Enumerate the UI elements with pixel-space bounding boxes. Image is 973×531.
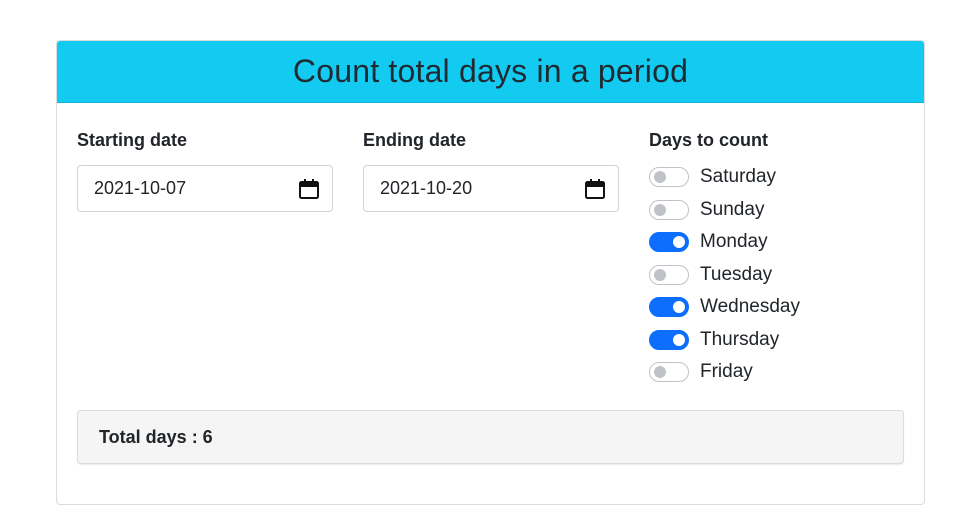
toggle-knob bbox=[673, 301, 685, 314]
day-label: Monday bbox=[700, 231, 768, 253]
day-label: Sunday bbox=[700, 198, 765, 220]
toggle-knob bbox=[654, 171, 666, 184]
starting-date-value[interactable]: 2021-10-07 bbox=[94, 178, 186, 199]
ending-date-input[interactable]: 2021-10-20 bbox=[363, 165, 619, 212]
starting-date-label: Starting date bbox=[77, 130, 188, 150]
day-row-sunday[interactable]: Sunday bbox=[649, 194, 899, 227]
day-row-monday[interactable]: Monday bbox=[649, 226, 899, 259]
starting-date-group: Starting date 2021-10-07 bbox=[77, 129, 333, 212]
day-row-saturday[interactable]: Saturday bbox=[649, 161, 899, 194]
days-to-count-group: Days to count Saturday Sunday Monday Tue… bbox=[649, 129, 899, 389]
thursday-toggle[interactable] bbox=[649, 329, 689, 350]
days-list: Saturday Sunday Monday Tuesday Wednesday… bbox=[649, 161, 899, 389]
day-counter-card: Count total days in a period Starting da… bbox=[56, 40, 925, 505]
friday-toggle[interactable] bbox=[649, 362, 689, 383]
card-header: Count total days in a period bbox=[57, 41, 924, 103]
calendar-icon[interactable] bbox=[298, 178, 320, 200]
day-row-friday[interactable]: Friday bbox=[649, 356, 899, 389]
day-label: Wednesday bbox=[700, 296, 800, 318]
day-row-wednesday[interactable]: Wednesday bbox=[649, 291, 899, 324]
day-label: Saturday bbox=[700, 166, 777, 188]
toggle-knob bbox=[673, 236, 685, 249]
toggle-knob bbox=[654, 268, 666, 281]
monday-toggle[interactable] bbox=[649, 232, 689, 253]
toggle-knob bbox=[654, 203, 666, 216]
toggle-knob bbox=[673, 333, 685, 346]
ending-date-group: Ending date 2021-10-20 bbox=[363, 129, 619, 212]
calendar-icon[interactable] bbox=[584, 178, 606, 200]
ending-date-label: Ending date bbox=[363, 130, 466, 150]
starting-date-input[interactable]: 2021-10-07 bbox=[77, 165, 333, 212]
day-label: Friday bbox=[700, 361, 753, 383]
day-label: Thursday bbox=[700, 328, 780, 350]
total-days-text: Total days : 6 bbox=[99, 426, 213, 447]
day-label: Tuesday bbox=[700, 263, 773, 285]
tuesday-toggle[interactable] bbox=[649, 264, 689, 285]
ending-date-value[interactable]: 2021-10-20 bbox=[380, 178, 472, 199]
sunday-toggle[interactable] bbox=[649, 199, 689, 220]
page-title: Count total days in a period bbox=[292, 53, 689, 89]
toggle-knob bbox=[654, 366, 666, 379]
days-to-count-label: Days to count bbox=[649, 130, 769, 150]
total-days-result: Total days : 6 bbox=[77, 410, 904, 464]
day-row-tuesday[interactable]: Tuesday bbox=[649, 259, 899, 292]
day-row-thursday[interactable]: Thursday bbox=[649, 324, 899, 357]
wednesday-toggle[interactable] bbox=[649, 297, 689, 318]
saturday-toggle[interactable] bbox=[649, 167, 689, 188]
